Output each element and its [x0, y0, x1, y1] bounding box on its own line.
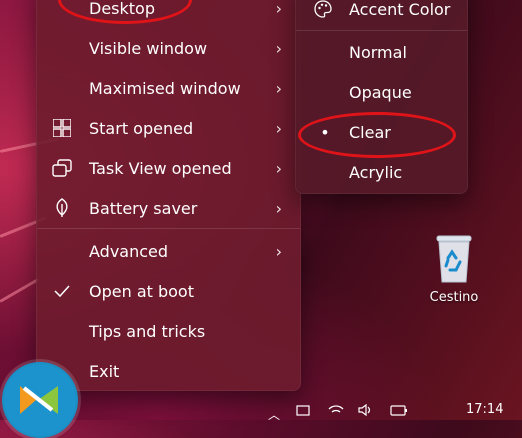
taskbar-tray: [0, 398, 522, 420]
menu-item-tips-and-tricks[interactable]: Tips and tricks: [37, 311, 300, 351]
submenu-item-label: Clear: [349, 122, 391, 142]
menu-item-label: Visible window: [89, 38, 208, 58]
submenu-header-label: Accent Color: [349, 0, 451, 19]
submenu-item-opaque[interactable]: Opaque: [296, 72, 467, 112]
chevron-right-icon: ›: [275, 78, 282, 98]
windows-logo-icon: [51, 117, 73, 139]
menu-item-advanced[interactable]: Advanced ›: [37, 231, 300, 271]
submenu-item-clear[interactable]: • Clear: [296, 112, 467, 152]
recycle-bin-label: Cestino: [429, 290, 479, 305]
wallpaper-streak: [0, 277, 40, 303]
chevron-right-icon: ›: [275, 241, 282, 261]
selected-dot-icon: •: [320, 122, 330, 142]
chevron-up-icon[interactable]: ︿: [268, 406, 280, 423]
menu-item-label: Start opened: [89, 118, 194, 138]
menu-item-visible-window[interactable]: Visible window ›: [37, 28, 300, 68]
menu-separator: [37, 228, 300, 229]
battery-icon[interactable]: [390, 404, 408, 419]
recycle-bin-shortcut[interactable]: Cestino: [422, 232, 486, 305]
menu-item-label: Maximised window: [89, 78, 241, 98]
menu-item-label: Tips and tricks: [89, 321, 206, 341]
menu-item-open-at-boot[interactable]: Open at boot: [37, 271, 300, 311]
chevron-right-icon: ›: [275, 0, 282, 18]
menu-item-exit[interactable]: Exit: [37, 351, 300, 391]
menu-item-battery-saver[interactable]: Battery saver ›: [37, 188, 300, 228]
leaf-icon: [51, 197, 73, 219]
menu-item-label: Advanced: [89, 241, 169, 261]
submenu-item-label: Normal: [349, 42, 407, 62]
submenu-header-accent-color[interactable]: Accent Color: [296, 0, 467, 29]
menu-item-label: Exit: [89, 361, 120, 381]
checkmark-icon: [51, 280, 73, 302]
chevron-right-icon: ›: [275, 198, 282, 218]
menu-item-task-view-opened[interactable]: Task View opened ›: [37, 148, 300, 188]
submenu-item-label: Acrylic: [349, 162, 403, 182]
chevron-right-icon: ›: [275, 38, 282, 58]
menu-item-start-opened[interactable]: Start opened ›: [37, 108, 300, 148]
menu-item-label: Desktop: [89, 0, 155, 18]
menu-item-maximised-window[interactable]: Maximised window ›: [37, 68, 300, 108]
submenu-item-acrylic[interactable]: Acrylic: [296, 152, 467, 192]
tray-app-icon[interactable]: [296, 404, 310, 419]
wifi-icon[interactable]: [328, 404, 344, 419]
submenu-item-label: Opaque: [349, 82, 412, 102]
taskbar-clock[interactable]: 17:14: [466, 402, 503, 417]
menu-item-label: Battery saver: [89, 198, 198, 218]
volume-icon[interactable]: [358, 403, 374, 419]
accent-submenu: Accent Color Normal Opaque • Clear Acryl…: [295, 0, 468, 194]
palette-icon: [312, 0, 334, 20]
submenu-item-normal[interactable]: Normal: [296, 32, 467, 72]
tray-context-menu: Desktop › Visible window › Maximised win…: [36, 0, 301, 391]
recycle-bin-icon: [434, 232, 474, 284]
menu-item-label: Open at boot: [89, 281, 194, 301]
menu-item-label: Task View opened: [89, 158, 232, 178]
menu-separator: [296, 30, 467, 31]
menu-item-desktop[interactable]: Desktop ›: [37, 0, 300, 28]
chevron-right-icon: ›: [275, 118, 282, 138]
task-view-icon: [51, 157, 73, 179]
chevron-right-icon: ›: [275, 158, 282, 178]
